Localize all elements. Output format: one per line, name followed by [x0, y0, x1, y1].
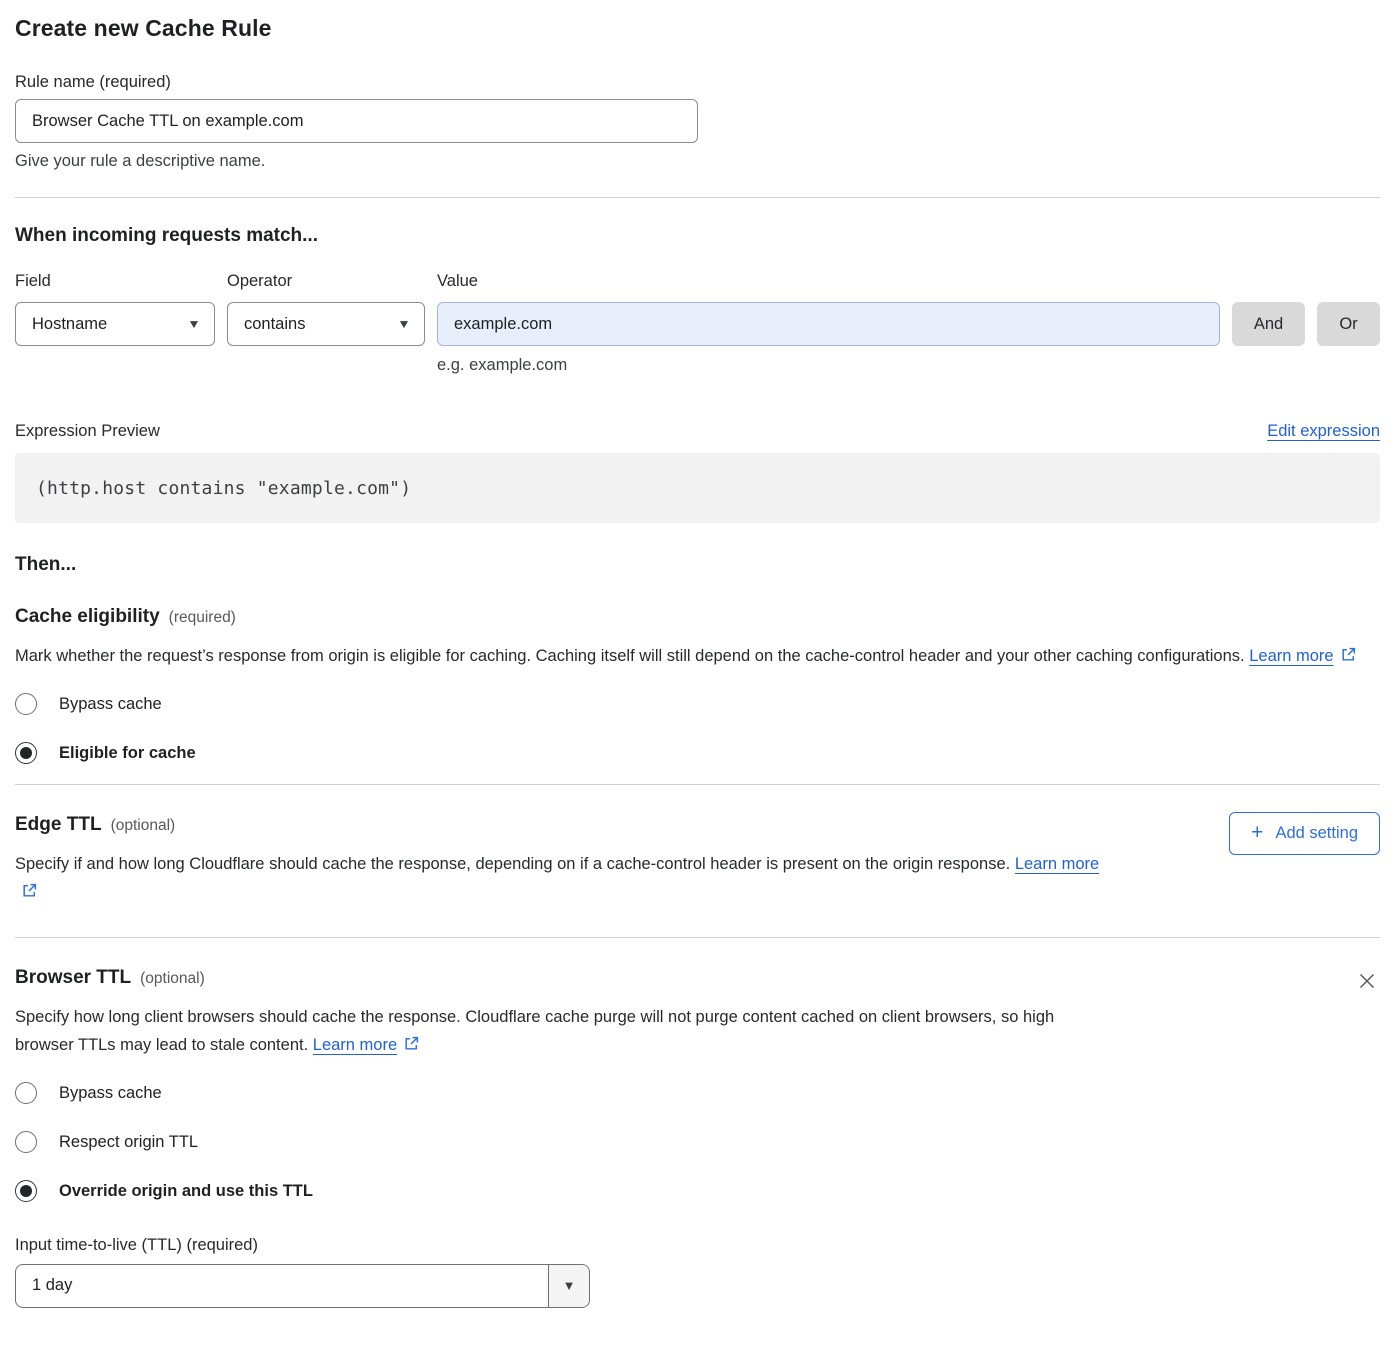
operator-label: Operator [227, 270, 425, 293]
edge-ttl-optional-badge: (optional) [111, 817, 176, 835]
radio-circle-checked [15, 742, 37, 764]
expression-preview-code: (http.host contains "example.com") [15, 453, 1380, 523]
value-input[interactable] [437, 302, 1220, 346]
radio-option-bypass-cache[interactable]: Bypass cache [15, 692, 1380, 716]
radio-circle-unchecked [15, 693, 37, 715]
radio-option-label: Override origin and use this TTL [59, 1179, 313, 1203]
plus-icon: + [1251, 822, 1263, 843]
radio-option-browser-bypass-cache[interactable]: Bypass cache [15, 1081, 1380, 1105]
external-link-icon [403, 1035, 420, 1052]
add-setting-label: Add setting [1275, 824, 1358, 843]
operator-select[interactable]: contains ▼ [227, 302, 425, 346]
operator-select-value: contains [244, 315, 305, 334]
field-select[interactable]: Hostname ▼ [15, 302, 215, 346]
edge-ttl-heading: Edge TTL [15, 812, 102, 838]
radio-option-label: Bypass cache [59, 1081, 162, 1105]
radio-option-respect-origin-ttl[interactable]: Respect origin TTL [15, 1130, 1380, 1154]
field-label: Field [15, 270, 215, 293]
edge-ttl-description: Specify if and how long Cloudflare shoul… [15, 850, 1120, 907]
expression-preview-label: Expression Preview [15, 418, 160, 444]
or-button[interactable]: Or [1317, 302, 1380, 346]
rule-name-help: Give your rule a descriptive name. [15, 150, 1380, 173]
close-icon [1356, 970, 1378, 992]
cache-eligibility-heading: Cache eligibility [15, 604, 160, 630]
external-link-icon [21, 882, 38, 899]
edge-ttl-description-text: Specify if and how long Cloudflare shoul… [15, 855, 1010, 873]
field-select-value: Hostname [32, 315, 107, 334]
section-divider [15, 197, 1380, 198]
match-heading: When incoming requests match... [15, 223, 1380, 249]
ttl-input-label: Input time-to-live (TTL) (required) [15, 1233, 1380, 1257]
browser-ttl-description-text: Specify how long client browsers should … [15, 1008, 1054, 1055]
value-hint: e.g. example.com [437, 354, 1380, 376]
browser-ttl-description: Specify how long client browsers should … [15, 1003, 1105, 1060]
match-labels-row: Field Operator Value [15, 270, 1380, 293]
cache-eligibility-required-badge: (required) [169, 609, 236, 627]
browser-ttl-learn-more-link[interactable]: Learn more [313, 1036, 397, 1054]
create-cache-rule-form: Create new Cache Rule Rule name (require… [0, 0, 1400, 1326]
cache-eligibility-description-text: Mark whether the request’s response from… [15, 647, 1245, 665]
browser-ttl-optional-badge: (optional) [140, 970, 205, 988]
edit-expression-link[interactable]: Edit expression [1267, 422, 1380, 441]
value-label: Value [437, 270, 1220, 293]
radio-circle-unchecked [15, 1082, 37, 1104]
rule-name-label: Rule name (required) [15, 70, 1380, 94]
and-button[interactable]: And [1232, 302, 1305, 346]
page-title: Create new Cache Rule [15, 12, 1380, 44]
chevron-down-icon: ▼ [187, 317, 201, 331]
browser-ttl-heading: Browser TTL [15, 965, 131, 991]
radio-circle-checked [15, 1180, 37, 1202]
radio-option-label: Eligible for cache [59, 741, 196, 765]
cache-eligibility-description: Mark whether the request’s response from… [15, 642, 1360, 671]
chevron-down-icon: ▼ [548, 1265, 589, 1307]
radio-option-label: Bypass cache [59, 692, 162, 716]
match-controls-row: Hostname ▼ contains ▼ And Or [15, 302, 1380, 346]
radio-option-eligible-for-cache[interactable]: Eligible for cache [15, 741, 1380, 765]
ttl-select-value: 1 day [16, 1265, 548, 1307]
radio-circle-unchecked [15, 1131, 37, 1153]
radio-option-label: Respect origin TTL [59, 1130, 198, 1154]
then-heading: Then... [15, 552, 1380, 578]
add-setting-button[interactable]: + Add setting [1229, 812, 1380, 855]
chevron-down-icon: ▼ [397, 317, 411, 331]
edge-ttl-learn-more-link[interactable]: Learn more [1015, 855, 1099, 873]
external-link-icon [1340, 646, 1357, 663]
ttl-select[interactable]: 1 day ▼ [15, 1264, 590, 1308]
radio-option-override-origin-ttl[interactable]: Override origin and use this TTL [15, 1179, 1380, 1203]
cache-eligibility-learn-more-link[interactable]: Learn more [1249, 647, 1333, 665]
remove-browser-ttl-button[interactable] [1354, 968, 1380, 996]
rule-name-input[interactable] [15, 99, 698, 143]
